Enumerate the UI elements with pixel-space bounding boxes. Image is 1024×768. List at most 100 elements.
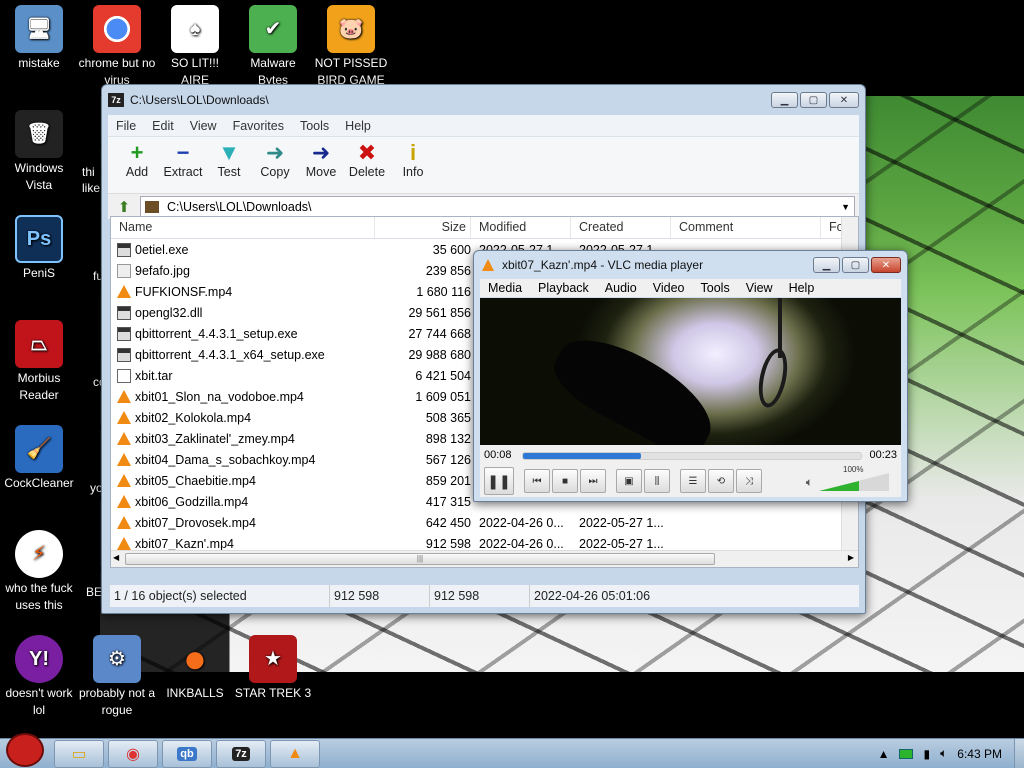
file-size: 859 201 <box>425 473 471 488</box>
toolbar-label: Copy <box>260 165 290 179</box>
desktop-icon[interactable]: ✔ Malware Bytes <box>234 5 312 89</box>
desktop-icon[interactable]: 🧹 CockCleaner <box>0 425 78 492</box>
volume-icon[interactable]: 🔈︎ <box>940 746 947 761</box>
show-desktop-button[interactable] <box>1014 738 1024 768</box>
add-button[interactable]: + Add <box>114 141 160 180</box>
maximize-button[interactable]: ▢ <box>800 92 827 108</box>
desktop-icon[interactable]: 🖥 mistake <box>0 5 78 72</box>
file-row[interactable]: xbit07_Drovosek.mp4 642 450 2022-04-26 0..… <box>111 512 858 533</box>
menu-view[interactable]: View <box>738 281 781 295</box>
extract-button[interactable]: − Extract <box>160 141 206 180</box>
close-button[interactable]: ✕ <box>829 92 859 108</box>
desktop-icon[interactable]: 🗑 Windows Vista <box>0 110 78 194</box>
menu-edit[interactable]: Edit <box>144 119 182 133</box>
playlist-button[interactable]: ☰ <box>680 469 706 493</box>
desktop-icon[interactable]: 🐷 NOT PISSED BIRD GAME <box>312 5 390 89</box>
copy-button[interactable]: ➜ Copy <box>252 141 298 180</box>
chrome-icon <box>93 5 141 53</box>
col-name[interactable]: Name <box>111 217 375 238</box>
total-time: 00:23 <box>869 449 897 461</box>
col-modified[interactable]: Modified <box>471 217 571 238</box>
menu-video[interactable]: Video <box>645 281 693 295</box>
col-created[interactable]: Created <box>571 217 671 238</box>
menu-playback[interactable]: Playback <box>530 281 597 295</box>
desktop-icon[interactable]: ● INKBALLS <box>156 635 234 702</box>
dropdown-arrow-icon[interactable]: ▼ <box>841 202 850 212</box>
move-button[interactable]: ➜ Move <box>298 140 344 180</box>
minimize-button[interactable]: ▁ <box>813 257 840 273</box>
playback-controls: 00:08 00:23 ❚❚ ⏮ ■ ⏭ ▣ ⫼ ☰ ⟲ ⤨ 🔈︎ 100% <box>480 445 901 497</box>
up-folder-icon[interactable]: ⬆ <box>112 197 136 217</box>
menu-file[interactable]: File <box>108 119 144 133</box>
network-icon[interactable]: ▮ <box>923 747 930 761</box>
stop-button[interactable]: ■ <box>552 469 578 493</box>
status-packed: 912 598 <box>430 585 530 607</box>
pause-button[interactable]: ❚❚ <box>484 467 514 495</box>
desktop-icon[interactable]: chrome but no virus <box>78 5 156 89</box>
address-input[interactable]: C:\Users\LOL\Downloads\ ▼ <box>140 195 855 218</box>
taskbar-chrome-button[interactable]: ◉ <box>108 739 158 768</box>
menu-help[interactable]: Help <box>781 281 823 295</box>
video-area[interactable] <box>480 298 901 445</box>
maximize-button[interactable]: ▢ <box>842 257 869 273</box>
menu-favorites[interactable]: Favorites <box>225 119 292 133</box>
horizontal-scrollbar[interactable]: ◀ ||| ▶ <box>111 550 858 567</box>
vlc-titlebar[interactable]: xbit07_Kazn'.mp4 - VLC media player ▁ ▢ … <box>474 251 907 279</box>
col-comment[interactable]: Comment <box>671 217 821 238</box>
qbittorrent-icon: qb <box>177 746 197 761</box>
taskbar-7zip-button[interactable]: 7z <box>216 739 266 768</box>
shuffle-button[interactable]: ⤨ <box>736 469 762 493</box>
desktop-icon[interactable]: ★ STAR TREK 3 <box>234 635 312 702</box>
desktop-icon[interactable]: Y! doesn't work lol <box>0 635 78 719</box>
start-button[interactable] <box>0 732 50 768</box>
7zip-titlebar[interactable]: 7z C:\Users\LOL\Downloads\ ▁ ▢ ✕ <box>102 85 865 115</box>
move-icon: ➜ <box>311 140 331 165</box>
col-folders[interactable]: Fo <box>821 217 844 238</box>
speaker-icon[interactable]: 🔈︎ <box>806 475 813 490</box>
file-created: 2022-05-27 1... <box>579 515 664 530</box>
show-hidden-icons-icon[interactable]: ▲ <box>878 747 890 761</box>
file-size: 912 598 <box>425 536 471 551</box>
taskbar-folder-button[interactable]: ▭ <box>54 739 104 768</box>
desktop-icon[interactable]: Ps PeniS <box>0 215 78 282</box>
volume-slider[interactable]: 100% <box>819 465 889 491</box>
menu-media[interactable]: Media <box>480 281 530 295</box>
loop-button[interactable]: ⟲ <box>708 469 734 493</box>
desktop-icon-label: BE <box>86 585 103 599</box>
minimize-button[interactable]: ▁ <box>771 92 798 108</box>
scroll-thumb[interactable]: ||| <box>125 553 715 565</box>
desktop-icon-label: who the fuck uses this <box>5 581 73 612</box>
battery-icon[interactable] <box>899 748 914 759</box>
toolbar-label: Add <box>125 165 149 179</box>
next-button[interactable]: ⏭ <box>580 469 606 493</box>
col-size[interactable]: Size <box>375 217 471 238</box>
desktop-icon[interactable]: ⚡ who the fuck uses this <box>0 530 78 614</box>
menu-tools[interactable]: Tools <box>693 281 738 295</box>
desktop-icon[interactable]: ⚙ probably not a rogue <box>78 635 156 719</box>
previous-button[interactable]: ⏮ <box>524 469 550 493</box>
taskbar-vlc-button[interactable]: ▲ <box>270 739 320 768</box>
file-size: 508 365 <box>425 410 471 425</box>
info-button[interactable]: i Info <box>390 140 436 180</box>
test-button[interactable]: ▼ Test <box>206 141 252 180</box>
window-title: xbit07_Kazn'.mp4 - VLC media player <box>502 258 704 272</box>
file-size: 1 609 051 <box>415 389 471 404</box>
menu-view[interactable]: View <box>182 119 225 133</box>
menu-tools[interactable]: Tools <box>292 119 337 133</box>
starwars-icon: ★ <box>249 635 297 683</box>
delete-button[interactable]: ✖ Delete <box>344 141 390 180</box>
info-icon: i <box>409 140 417 165</box>
solitaire-icon: ♠ <box>171 5 219 53</box>
fullscreen-button[interactable]: ▣ <box>616 469 642 493</box>
menu-audio[interactable]: Audio <box>597 281 645 295</box>
clock[interactable]: 6:43 PM <box>957 747 1002 761</box>
desktop-icon-label: CockCleaner <box>4 476 74 490</box>
extended-settings-button[interactable]: ⫼ <box>644 469 670 493</box>
desktop-icon[interactable]: ⏢ Morbius Reader <box>0 320 78 404</box>
taskbar-qbittorrent-button[interactable]: qb <box>162 739 212 768</box>
seek-bar[interactable] <box>522 452 862 460</box>
close-button[interactable]: ✕ <box>871 257 901 273</box>
yahoo-icon: Y! <box>15 635 63 683</box>
menu-help[interactable]: Help <box>337 119 379 133</box>
desktop-icon[interactable]: ♠ SO LIT!!! AIRE <box>156 5 234 89</box>
